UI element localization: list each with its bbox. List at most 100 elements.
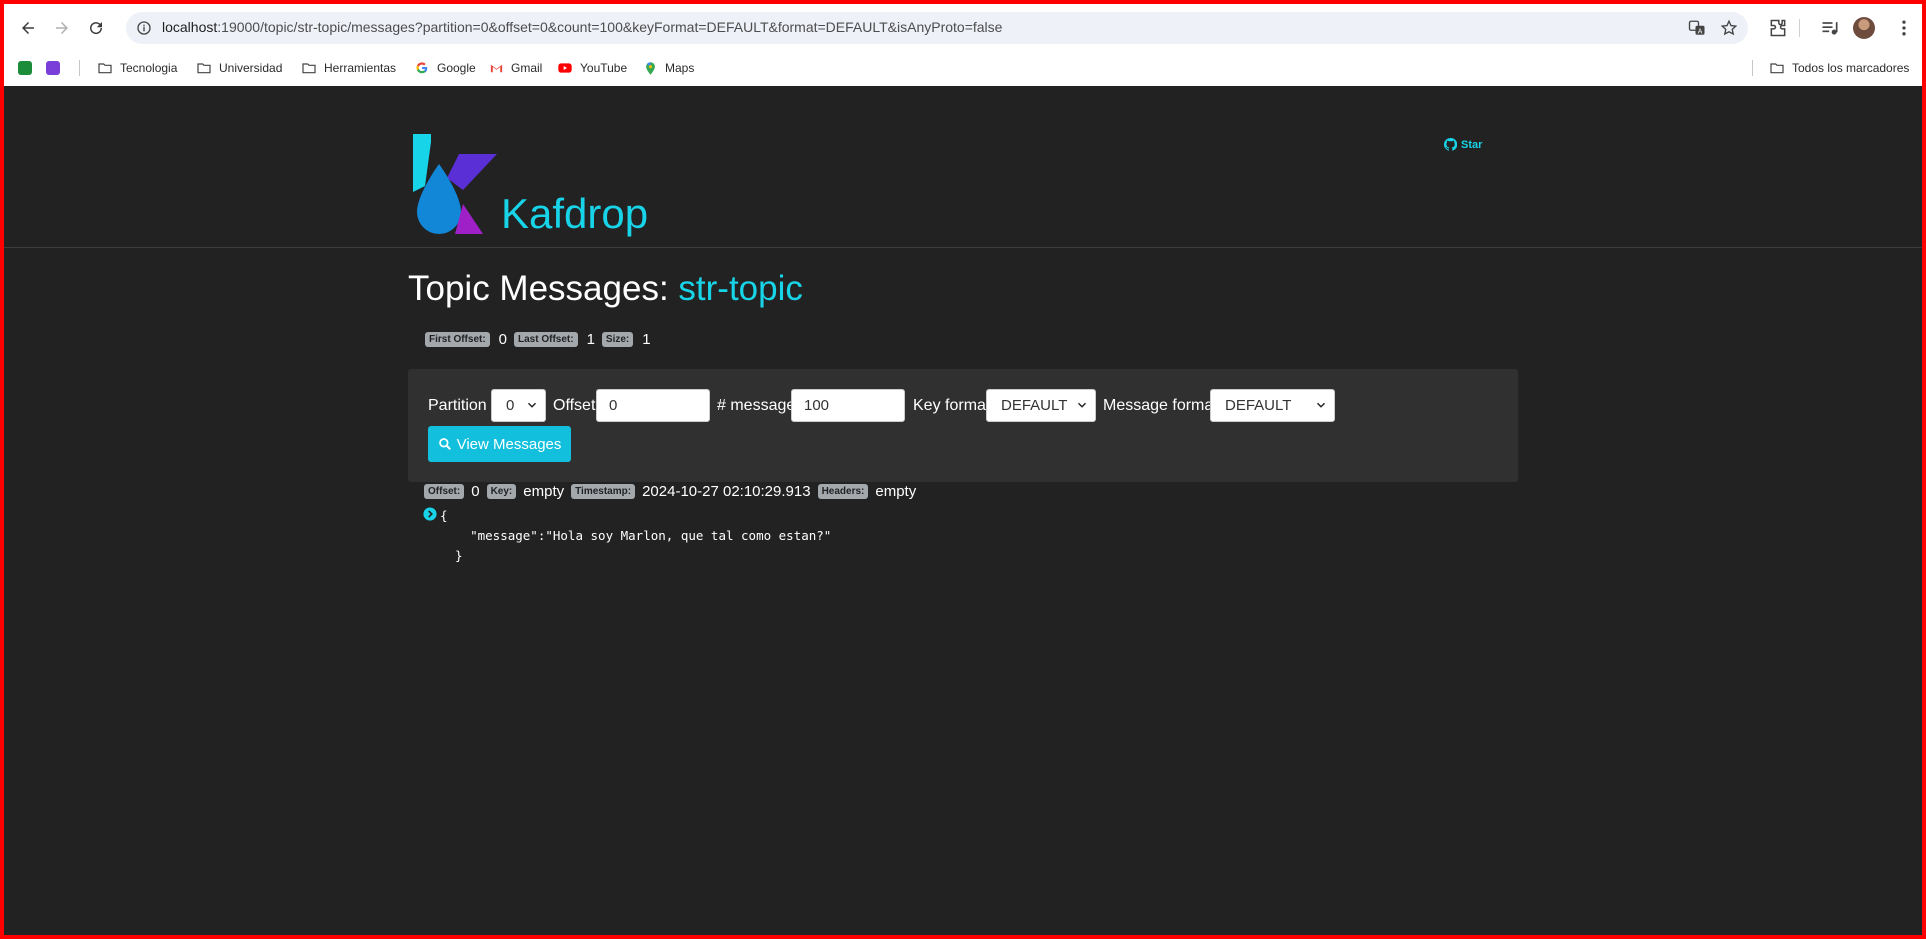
bookmark-label: Gmail [511,61,543,75]
folder-icon [301,60,317,76]
message-offset-value: 0 [471,483,480,500]
key-format-select-value: DEFAULT [1001,397,1068,414]
site-info-icon[interactable] [136,20,152,36]
all-bookmarks-label: Todos los marcadores [1792,61,1910,75]
arrow-right-icon [56,22,68,34]
first-offset-badge: First Offset: [425,332,490,347]
message-format-label: Message format [1103,397,1218,414]
message-headers-badge: Headers: [817,484,869,499]
toolbar-divider [1799,19,1800,37]
chevron-down-icon [1316,402,1326,408]
topic-name: str-topic [678,269,803,308]
bookmark-gmail[interactable]: Gmail [488,59,542,77]
address-bar[interactable]: localhost:19000/topic/str-topic/messages… [126,12,1748,44]
extensions-button[interactable] [1767,17,1789,39]
last-offset-value: 1 [586,331,595,348]
bookmarks-divider-right [1752,60,1753,76]
kebab-menu-icon [1902,20,1906,36]
star-bookmark-icon[interactable] [1720,19,1738,37]
back-button[interactable] [14,14,42,42]
topic-offsets-summary: First Offset: 0 Last Offset: 1 Size: 1 [425,331,658,348]
browser-chrome: localhost:19000/topic/str-topic/messages… [4,4,1922,86]
size-value: 1 [642,331,651,348]
message-timestamp-value: 2024-10-27 02:10:29.913 [642,483,811,500]
bookmark-youtube[interactable]: YouTube [557,59,627,77]
bookmark-label: Maps [665,61,695,75]
view-messages-label: View Messages [456,435,562,453]
page-header: Kafdrop Star [4,86,1922,248]
message-key-badge: Key: [486,484,517,499]
url-text[interactable]: localhost:19000/topic/str-topic/messages… [162,19,1002,35]
media-button[interactable] [1819,17,1841,39]
bookmarks-divider [79,60,80,76]
browser-toolbar: localhost:19000/topic/str-topic/messages… [4,4,1922,50]
message-body-line: } [440,548,463,563]
menu-button[interactable] [1893,17,1915,39]
google-icon [414,60,430,76]
profile-avatar[interactable] [1853,17,1875,39]
message-metadata: Offset: 0 Key: empty Timestamp: 2024-10-… [424,483,923,500]
kafdrop-logo-icon[interactable] [411,134,497,234]
bookmark-universidad[interactable]: Universidad [196,59,282,77]
view-messages-button[interactable]: View Messages [428,426,571,462]
last-offset-badge: Last Offset: [514,332,578,347]
green-app-icon[interactable] [18,61,32,75]
key-format-select[interactable]: DEFAULT [986,389,1096,422]
message-timestamp-badge: Timestamp: [571,484,636,499]
bookmark-label: Tecnologia [120,61,178,75]
all-bookmarks[interactable]: Todos los marcadores [1769,59,1909,77]
github-icon [1444,138,1457,151]
message-key-value: empty [523,483,565,500]
message-filter-form: Partition 0 Offset # messages Key format… [408,369,1518,482]
size-badge: Size: [601,332,634,347]
chevron-circle-right-icon[interactable] [423,507,437,521]
message-format-select-value: DEFAULT [1225,397,1292,414]
youtube-icon [557,60,573,76]
brand-title[interactable]: Kafdrop [501,190,648,238]
puzzle-icon [1770,19,1786,37]
translate-icon[interactable]: A [1688,19,1706,37]
search-icon [438,438,451,450]
offset-label: Offset [553,397,596,414]
star-label: Star [1461,138,1483,151]
gmail-icon [488,60,504,76]
message-body: { "message":"Hola soy Marlon, que tal co… [440,506,831,566]
partition-label: Partition [428,397,487,414]
chevron-down-icon [1077,402,1087,408]
bookmark-google[interactable]: Google [414,59,476,77]
forward-button[interactable] [48,14,76,42]
message-body-line: { [440,508,448,523]
message-headers-value: empty [875,483,917,500]
purple-app-icon[interactable] [46,61,60,75]
browser-window: localhost:19000/topic/str-topic/messages… [4,4,1922,935]
arrow-left-icon [22,22,34,34]
kafdrop-page: Kafdrop Star Topic Messages: str-topic F… [4,86,1922,935]
page-title: Topic Messages: str-topic [408,269,803,309]
github-star-button[interactable]: Star [1444,138,1482,151]
reload-icon [90,22,103,35]
bookmark-herramientas[interactable]: Herramientas [301,59,396,77]
messages-count-input[interactable] [791,389,905,422]
bookmark-label: YouTube [580,61,628,75]
url-host: localhost [162,19,218,35]
bookmark-label: Universidad [219,61,283,75]
folder-icon [1769,60,1785,76]
bookmark-label: Herramientas [324,61,397,75]
folder-icon [97,60,113,76]
bookmark-tecnologia[interactable]: Tecnologia [97,59,177,77]
message-offset-badge: Offset: [424,484,465,499]
folder-icon [196,60,212,76]
chevron-down-icon [527,402,537,408]
first-offset-value: 0 [498,331,508,348]
partition-select-value: 0 [506,397,515,414]
bookmarks-bar: Tecnologia Universidad Herramientas Goog… [4,50,1922,86]
bookmark-label: Google [437,61,476,75]
offset-input[interactable] [596,389,710,422]
url-path: :19000/topic/str-topic/messages?partitio… [217,19,1003,35]
partition-select[interactable]: 0 [491,389,546,422]
maps-icon [642,60,658,76]
playlist-icon [1822,22,1838,35]
message-format-select[interactable]: DEFAULT [1210,389,1335,422]
bookmark-maps[interactable]: Maps [642,59,694,77]
reload-button[interactable] [82,14,110,42]
